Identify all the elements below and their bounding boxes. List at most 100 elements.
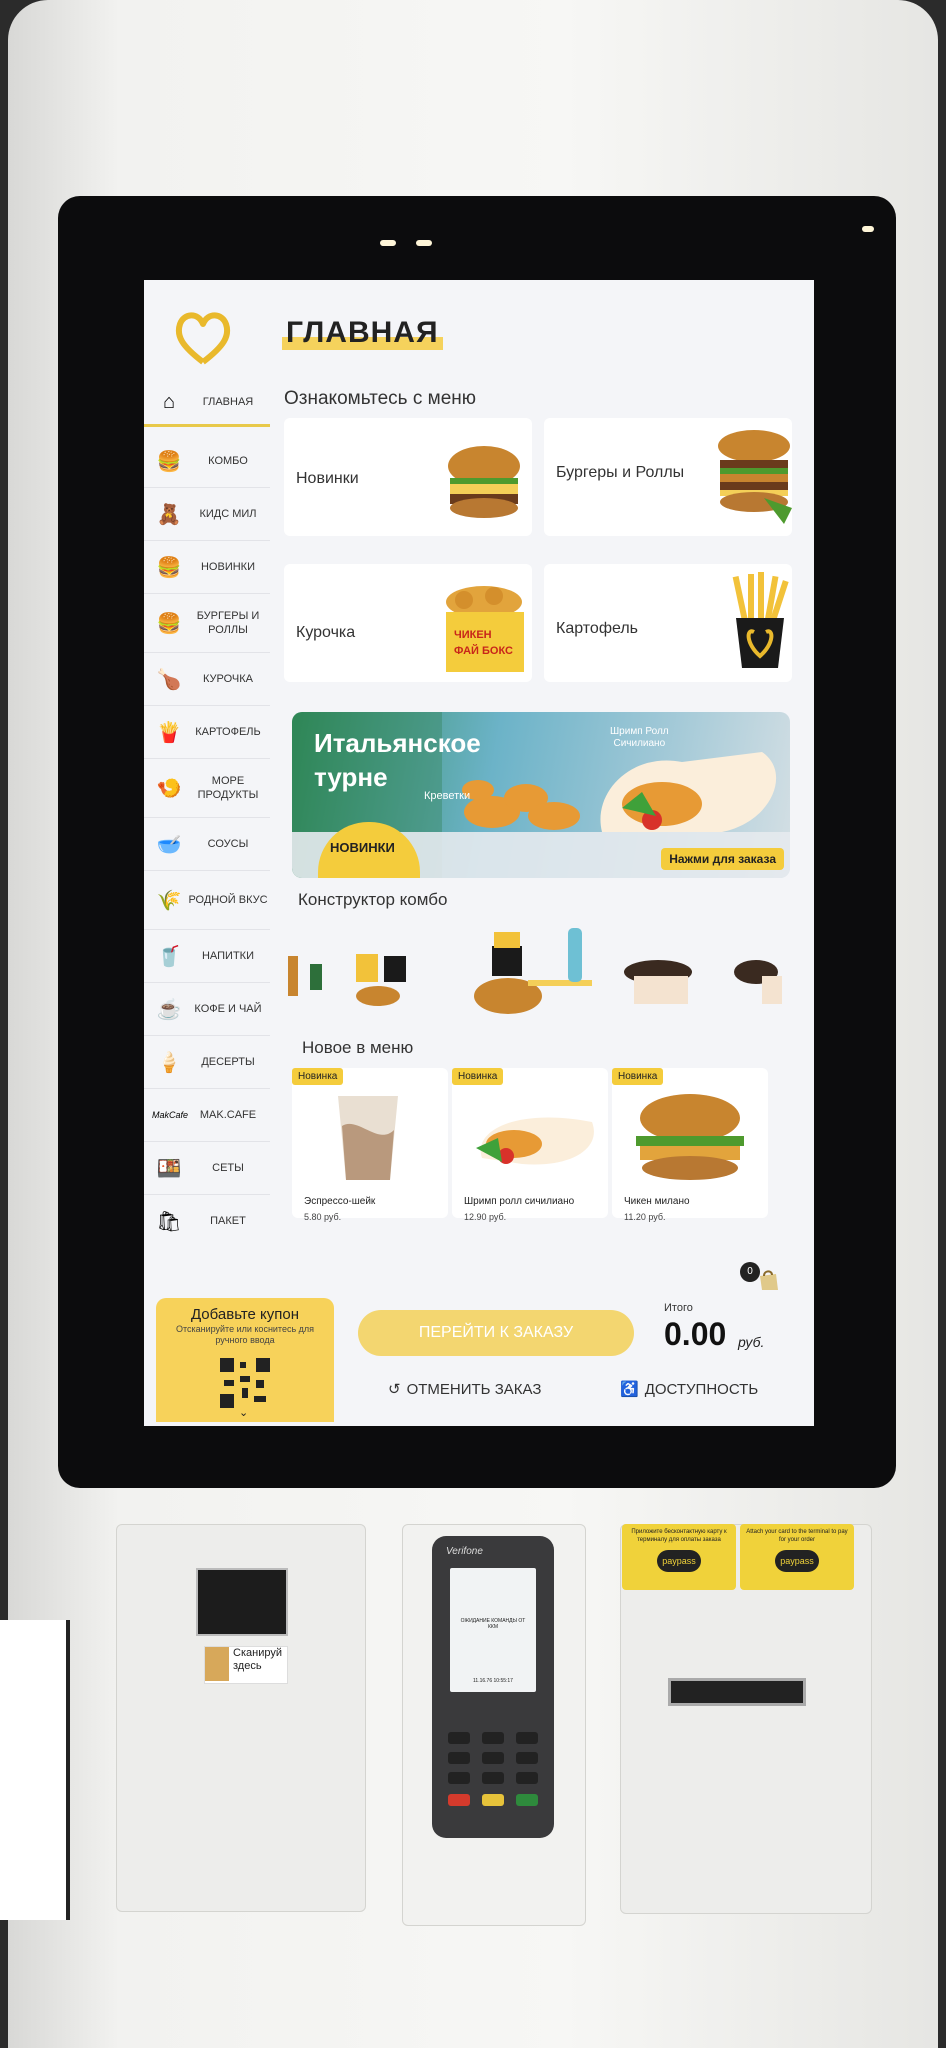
category-card-fries[interactable]: Картофель [544,564,792,682]
camera-light [862,226,874,232]
payment-terminal[interactable]: Verifone ОЖИДАНИЕ КОМАНДЫ ОТ ККМ 11.16.7… [432,1536,554,1838]
heart-logo-icon [175,312,231,365]
new-item-price: 12.90 руб. [464,1212,507,1222]
keypad-key[interactable] [448,1772,470,1784]
sidebar-item-seafood[interactable]: 🍤 МОРЕ ПРОДУКТЫ [144,759,270,818]
sidebar-item-label: ДЕСЕРТЫ [201,1056,255,1068]
receipt-slot [668,1678,806,1706]
sidebar-item-label: MAK.CAFE [199,1109,257,1121]
new-item-name: Шримп ролл сичилиано [464,1196,575,1207]
set-icon: 🍱 [156,1157,182,1180]
combo-builder-row[interactable] [282,920,814,1020]
keypad-key[interactable] [516,1772,538,1784]
sidebar-item-sets[interactable]: 🍱 СЕТЫ [144,1142,270,1195]
big-mac-image [714,428,794,528]
main-content: Ознакомьтесь с меню Новинки Бургеры и Ро… [282,280,814,1426]
section-title-new: Новое в меню [302,1038,414,1057]
sidebar-item-desserts[interactable]: 🍦 ДЕСЕРТЫ [144,1036,270,1089]
sidebar-item-sauces[interactable]: 🥣 СОУСЫ [144,818,270,871]
section-title-combo: Конструктор комбо [298,890,448,909]
sidebar-item-new[interactable]: 🍔 НОВИНКИ [144,541,270,594]
contactless-sticker-ru: Приложите бесконтактную карту к терминал… [622,1524,736,1590]
new-item-name: Эспрессо-шейк [304,1196,376,1207]
cancel-key[interactable] [448,1794,470,1806]
barcode-scanner[interactable] [196,1568,288,1636]
keypad-key[interactable] [516,1752,538,1764]
category-card-new[interactable]: Новинки [284,418,532,536]
contactless-icon: paypass [657,1550,701,1572]
new-badge: Новинка [452,1068,504,1085]
coffee-icon: ☕ [156,998,182,1021]
keypad-key[interactable] [516,1732,538,1744]
sidebar-item-rodnoy-vkus[interactable]: 🌾 РОДНОЙ ВКУС [144,871,270,930]
go-to-order-button[interactable]: ПЕРЕЙТИ К ЗАКАЗУ [358,1310,634,1356]
sidebar-item-chicken[interactable]: 🍗 КУРОЧКА [144,653,270,706]
keypad-key[interactable] [448,1752,470,1764]
paypass-label: paypass [780,1556,814,1566]
banner-new-label: НОВИНКИ [330,840,395,855]
sidebar-item-coffee[interactable]: ☕ КОФЕ И ЧАЙ [144,983,270,1036]
category-label: Картофель [556,620,639,637]
enter-key[interactable] [516,1794,538,1806]
scan-here-text: Сканируй здесь [233,1647,282,1672]
accessibility-button[interactable]: ♿ ДОСТУПНОСТЬ [620,1380,758,1399]
terminal-brand: Verifone [446,1546,483,1557]
sidebar-item-label: КАРТОФЕЛЬ [195,726,261,738]
sidebar-item-label: МОРЕ ПРОДУКТЫ [197,775,259,801]
sidebar-item-label: СЕТЫ [212,1162,244,1174]
seafood-icon: 🍤 [156,777,182,800]
keypad-key[interactable] [448,1732,470,1744]
clear-key[interactable] [482,1794,504,1806]
total-label: Итого [664,1302,693,1314]
sidebar-item-label: СОУСЫ [207,838,249,850]
sidebar-item-combo[interactable]: 🍔 КОМБО [144,435,270,488]
burger-image [444,440,524,520]
makcafe-icon: MakCafe [152,1110,189,1120]
sidebar-item-makcafe[interactable]: MakCafe MAK.CAFE [144,1089,270,1142]
order-now-button[interactable]: Нажми для заказа [661,848,784,870]
sidebar-item-kids-meal[interactable]: 🧸 КИДС МИЛ [144,488,270,541]
keypad-key[interactable] [482,1752,504,1764]
camera-light [416,240,432,246]
sticker-text: Приложите бесконтактную карту к терминал… [631,1529,727,1543]
shrimp-roll-image [462,1098,602,1178]
new-item-card-chicken-milano[interactable]: Новинка Чикен милано 11.20 руб. [612,1068,768,1222]
coupon-title: Добавьте купон [190,1306,300,1323]
add-coupon-button[interactable]: Добавьте купон Отсканируйте или коснитес… [156,1298,334,1422]
keypad-key[interactable] [482,1772,504,1784]
sidebar-item-label: КУРОЧКА [202,673,253,685]
sidebar-item-label: ПАКЕТ [210,1215,246,1227]
sidebar-item-label: КИДС МИЛ [199,508,257,520]
category-card-chicken[interactable]: Курочка ЧИКЕН ФАЙ БОКС [284,564,532,682]
sidebar-item-label: РОДНОЙ ВКУС [188,894,268,906]
sidebar: ⌂ ГЛАВНАЯ 🍔 КОМБО 🧸 КИДС МИЛ 🍔 НОВИНКИ 🍔… [144,380,270,1247]
chicken-milano-image [628,1088,752,1184]
keypad-key[interactable] [482,1732,504,1744]
sidebar-item-fries[interactable]: 🍟 КАРТОФЕЛЬ [144,706,270,759]
sidebar-item-burgers[interactable]: 🍔 БУРГЕРЫ И РОЛЛЫ [144,594,270,653]
background-bag [0,1620,70,1920]
new-item-card-espresso-shake[interactable]: Новинка Эспрессо-шейк 5.80 руб. [292,1068,448,1222]
chicken-box-image: ЧИКЕН ФАЙ БОКС [444,582,526,678]
sidebar-item-label: НОВИНКИ [200,561,255,573]
promo-banner[interactable]: Итальянское турне Креветки Шримп Ролл Сич… [292,712,790,878]
sidebar-item-drinks[interactable]: 🥤 НАПИТКИ [144,930,270,983]
terminal-message: ОЖИДАНИЕ КОМАНДЫ ОТ ККМ [460,1618,526,1630]
bag-icon: 🛍 [156,1210,182,1233]
bag-icon[interactable] [756,1268,780,1292]
rodnoy-vkus-icon: 🌾 [156,889,182,912]
sidebar-item-label: КОМБО [208,455,248,467]
fries-icon: 🍟 [156,721,182,744]
drink-icon: 🥤 [156,945,182,968]
new-item-card-shrimp-roll[interactable]: Новинка Шримп ролл сичилиано 12.90 руб. [452,1068,608,1222]
sidebar-item-bag[interactable]: 🛍 ПАКЕТ [144,1195,270,1247]
scan-here-label: Сканируй здесь [204,1646,288,1684]
category-card-burgers[interactable]: Бургеры и Роллы [544,418,792,536]
new-item-price: 11.20 руб. [624,1212,666,1222]
burger-icon: 🍔 [156,556,182,579]
banner-title: Итальянское турне [314,726,481,794]
cancel-order-button[interactable]: ↺ ОТМЕНИТЬ ЗАКАЗ [388,1380,541,1399]
espresso-shake-image [328,1086,408,1186]
svg-text:ФАЙ БОКС: ФАЙ БОКС [454,644,513,657]
sidebar-item-home[interactable]: ⌂ ГЛАВНАЯ [144,380,270,427]
